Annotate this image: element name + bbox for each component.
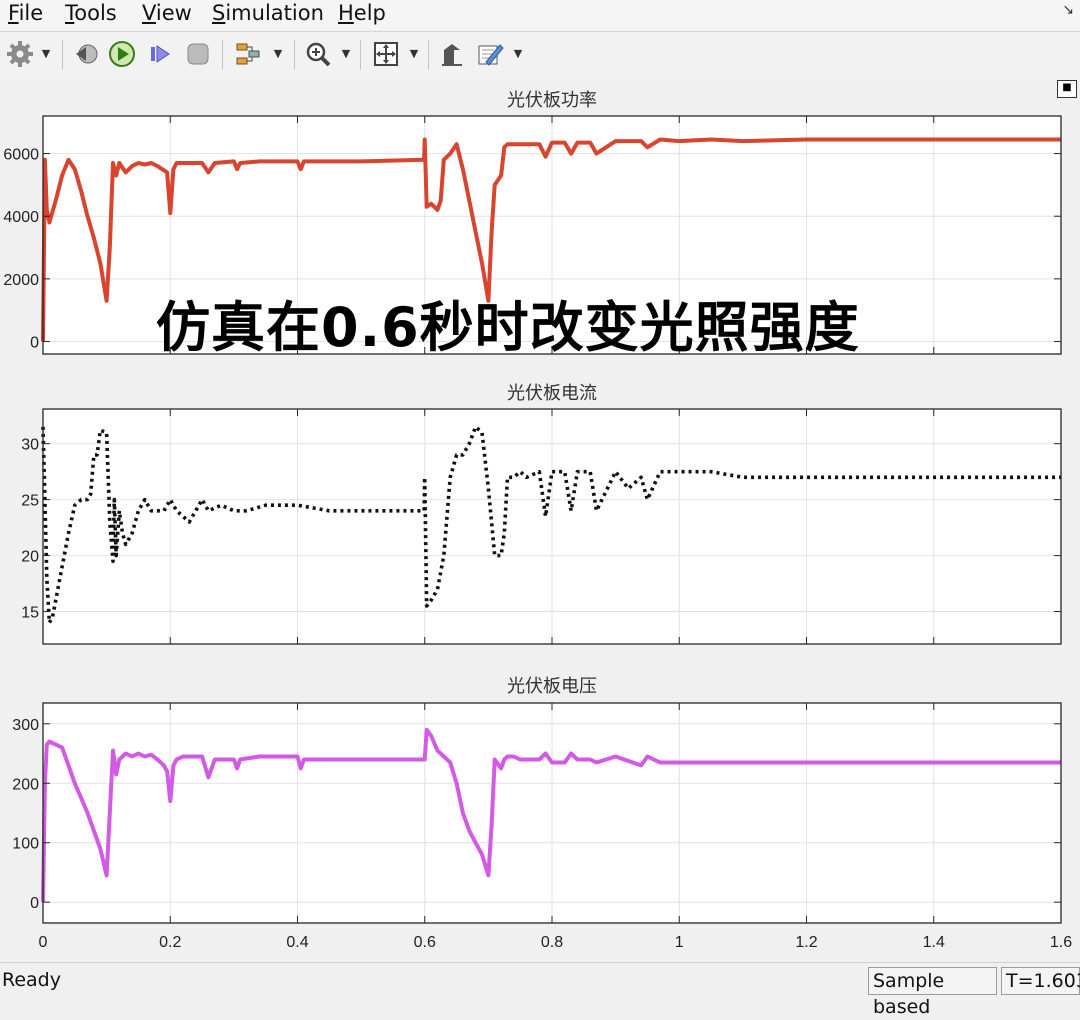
chevron-down-icon[interactable]: ▼ bbox=[340, 44, 352, 64]
toolbar-separator bbox=[360, 40, 361, 70]
highlight-icon[interactable] bbox=[436, 38, 468, 70]
toolbar-separator bbox=[62, 40, 63, 70]
y-tick-label: 20 bbox=[21, 549, 39, 566]
resize-arrow-icon: ↘ bbox=[1062, 2, 1074, 18]
step-back-icon[interactable] bbox=[70, 38, 102, 70]
menu-item-view[interactable]: View bbox=[142, 0, 192, 26]
menu-item-simulation[interactable]: Simulation bbox=[212, 0, 324, 26]
x-tick-label: 0.2 bbox=[159, 934, 181, 951]
menu-accelerator-key: H bbox=[338, 1, 354, 25]
toolbar-separator bbox=[428, 40, 429, 70]
x-tick-label: 0 bbox=[39, 934, 48, 951]
axes-title: 光伏板电压 bbox=[507, 676, 597, 697]
menu-accelerator-key: S bbox=[212, 1, 226, 25]
y-tick-label: 30 bbox=[21, 437, 39, 454]
sim-time-indicator: T=1.603 bbox=[1001, 967, 1080, 995]
x-tick-label: 0.6 bbox=[414, 934, 436, 951]
x-tick-label: 0.8 bbox=[541, 934, 563, 951]
y-tick-label: 4000 bbox=[3, 209, 39, 226]
axes-2: 15 20 25 30 光伏板电流 bbox=[21, 383, 1062, 645]
menu-label-rest: elp bbox=[353, 1, 386, 25]
y-tick-label: 25 bbox=[21, 493, 39, 510]
menu-label-rest: imulation bbox=[225, 1, 324, 25]
status-ready-text: Ready bbox=[2, 969, 61, 991]
axes-title: 光伏板功率 bbox=[507, 90, 597, 111]
menu-accelerator-key: F bbox=[8, 1, 19, 25]
status-bar: Ready Sample based T=1.603 bbox=[0, 962, 1080, 1018]
menu-accelerator-key: T bbox=[65, 1, 75, 25]
y-tick-label: 2000 bbox=[3, 272, 39, 289]
axes-3: 0 100 200 300 0 0.2 0.4 0.6 0.8 1 1.2 1.4 1.6 光伏板电压 bbox=[12, 676, 1072, 951]
toolbar: ▼ ▼ ▼ ▼ ▼ bbox=[0, 31, 1080, 79]
step-forward-icon[interactable] bbox=[144, 38, 176, 70]
y-tick-label: 0 bbox=[30, 895, 39, 912]
zoom-icon[interactable] bbox=[302, 38, 334, 70]
menu-item-tools[interactable]: Tools bbox=[65, 0, 117, 26]
menu-item-help[interactable]: Help bbox=[338, 0, 386, 26]
chevron-down-icon[interactable]: ▼ bbox=[512, 44, 524, 64]
edit-icon[interactable] bbox=[474, 38, 506, 70]
signal-selector-icon[interactable] bbox=[232, 38, 264, 70]
stop-icon[interactable] bbox=[182, 38, 214, 70]
y-tick-label: 0 bbox=[30, 334, 39, 351]
x-tick-label: 1.4 bbox=[923, 934, 945, 951]
toolbar-separator bbox=[294, 40, 295, 70]
menu-label-rest: iew bbox=[155, 1, 192, 25]
menu-item-file[interactable]: File bbox=[8, 0, 43, 26]
y-tick-label: 200 bbox=[12, 776, 39, 793]
scope-plot-area: 0 2000 4000 6000 光伏板功率 15 20 25 30 光伏板电流 0 100 200 30… bbox=[0, 78, 1080, 962]
menu-label-rest: ools bbox=[74, 1, 117, 25]
y-tick-label: 100 bbox=[12, 836, 39, 853]
x-tick-label: 1 bbox=[675, 934, 684, 951]
x-tick-label: 0.4 bbox=[286, 934, 308, 951]
chevron-down-icon[interactable]: ▼ bbox=[40, 44, 52, 64]
caption-overlay: 仿真在0.6秒时改变光照强度 bbox=[156, 296, 860, 359]
y-tick-label: 6000 bbox=[3, 147, 39, 164]
menu-accelerator-key: V bbox=[142, 1, 156, 25]
scope-figure: 0 2000 4000 6000 光伏板功率 15 20 25 30 光伏板电流 0 100 200 30… bbox=[3, 90, 1072, 951]
menu-bar: File Tools View Simulation Help bbox=[0, 0, 1080, 30]
menu-label-rest: ile bbox=[18, 1, 44, 25]
axes-title: 光伏板电流 bbox=[507, 383, 597, 404]
undock-button[interactable]: ■ bbox=[1057, 80, 1077, 98]
toolbar-separator bbox=[222, 40, 223, 70]
y-tick-label: 15 bbox=[21, 605, 39, 622]
chevron-down-icon[interactable]: ▼ bbox=[272, 44, 284, 64]
gear-icon[interactable] bbox=[4, 38, 36, 70]
y-tick-label: 300 bbox=[12, 717, 39, 734]
fit-view-icon[interactable] bbox=[370, 38, 402, 70]
sampling-mode-indicator: Sample based bbox=[868, 967, 997, 1018]
x-tick-label: 1.6 bbox=[1050, 934, 1072, 951]
chevron-down-icon[interactable]: ▼ bbox=[408, 44, 420, 64]
run-icon[interactable] bbox=[106, 38, 138, 70]
x-tick-label: 1.2 bbox=[795, 934, 817, 951]
